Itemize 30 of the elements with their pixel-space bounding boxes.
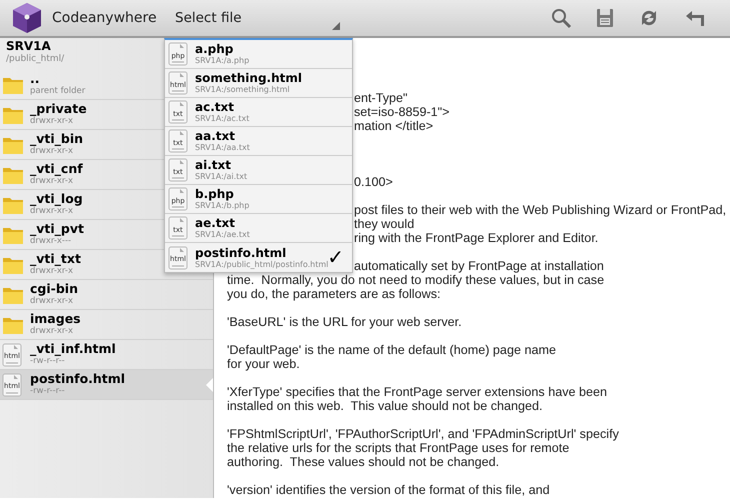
file-list-item[interactable]: cgi-bin drwxr-xr-x: [0, 280, 213, 310]
file-selector[interactable]: Select file: [165, 0, 343, 36]
code-line: ring with the FrontPage Explorer and Editor.: [354, 231, 598, 245]
check-icon: ✓: [327, 245, 344, 269]
code-line: post files to their web with the Web Publishing Wizard or FrontPad,: [354, 203, 726, 217]
server-name: SRV1A: [6, 39, 51, 54]
code-line: 0.100>: [354, 175, 393, 189]
code-line: automatically set by FrontPage at installation: [354, 259, 604, 273]
code-line: for your web.: [227, 357, 300, 371]
code-line: 'version' identifies the version of the format of this file, and: [227, 483, 550, 497]
code-line: installed on this web. This value should not be changed.: [227, 399, 543, 413]
code-line: ent-Type": [354, 91, 408, 105]
code-line: time. Normally, you do not need to modify these values, but in case: [227, 273, 604, 287]
code-line: 'DefaultPage' is the name of the default (home) page name: [227, 343, 556, 357]
code-line: authoring. These values should not be changed.: [227, 455, 500, 469]
server-path: /public_html/: [6, 54, 64, 65]
code-line: they would: [354, 217, 414, 231]
app-title: Codeanywhere: [52, 8, 157, 28]
logo-icon: [12, 2, 42, 34]
code-line: the relative urls for the scripts that FrontPage uses for remote: [227, 441, 570, 455]
code-line: 'XferType' specifies that the FrontPage server extensions have been: [227, 385, 608, 399]
code-line: you do, the parameters are as follows:: [227, 287, 441, 301]
search-icon: [550, 7, 572, 29]
code-line: 'FPShtmlScriptUrl', 'FPAuthorScriptUrl', and 'FPAdminScriptUrl' specify: [227, 427, 619, 441]
code-line: 'BaseURL' is the URL for your web server.: [227, 315, 462, 329]
save-icon: [594, 7, 616, 29]
code-line: set=iso-8859-1">: [354, 105, 450, 119]
current-file-pointer: [206, 378, 213, 392]
code-line: mation </title>: [354, 119, 434, 133]
file-list-item[interactable]: images drwxr-xr-x: [0, 310, 213, 340]
